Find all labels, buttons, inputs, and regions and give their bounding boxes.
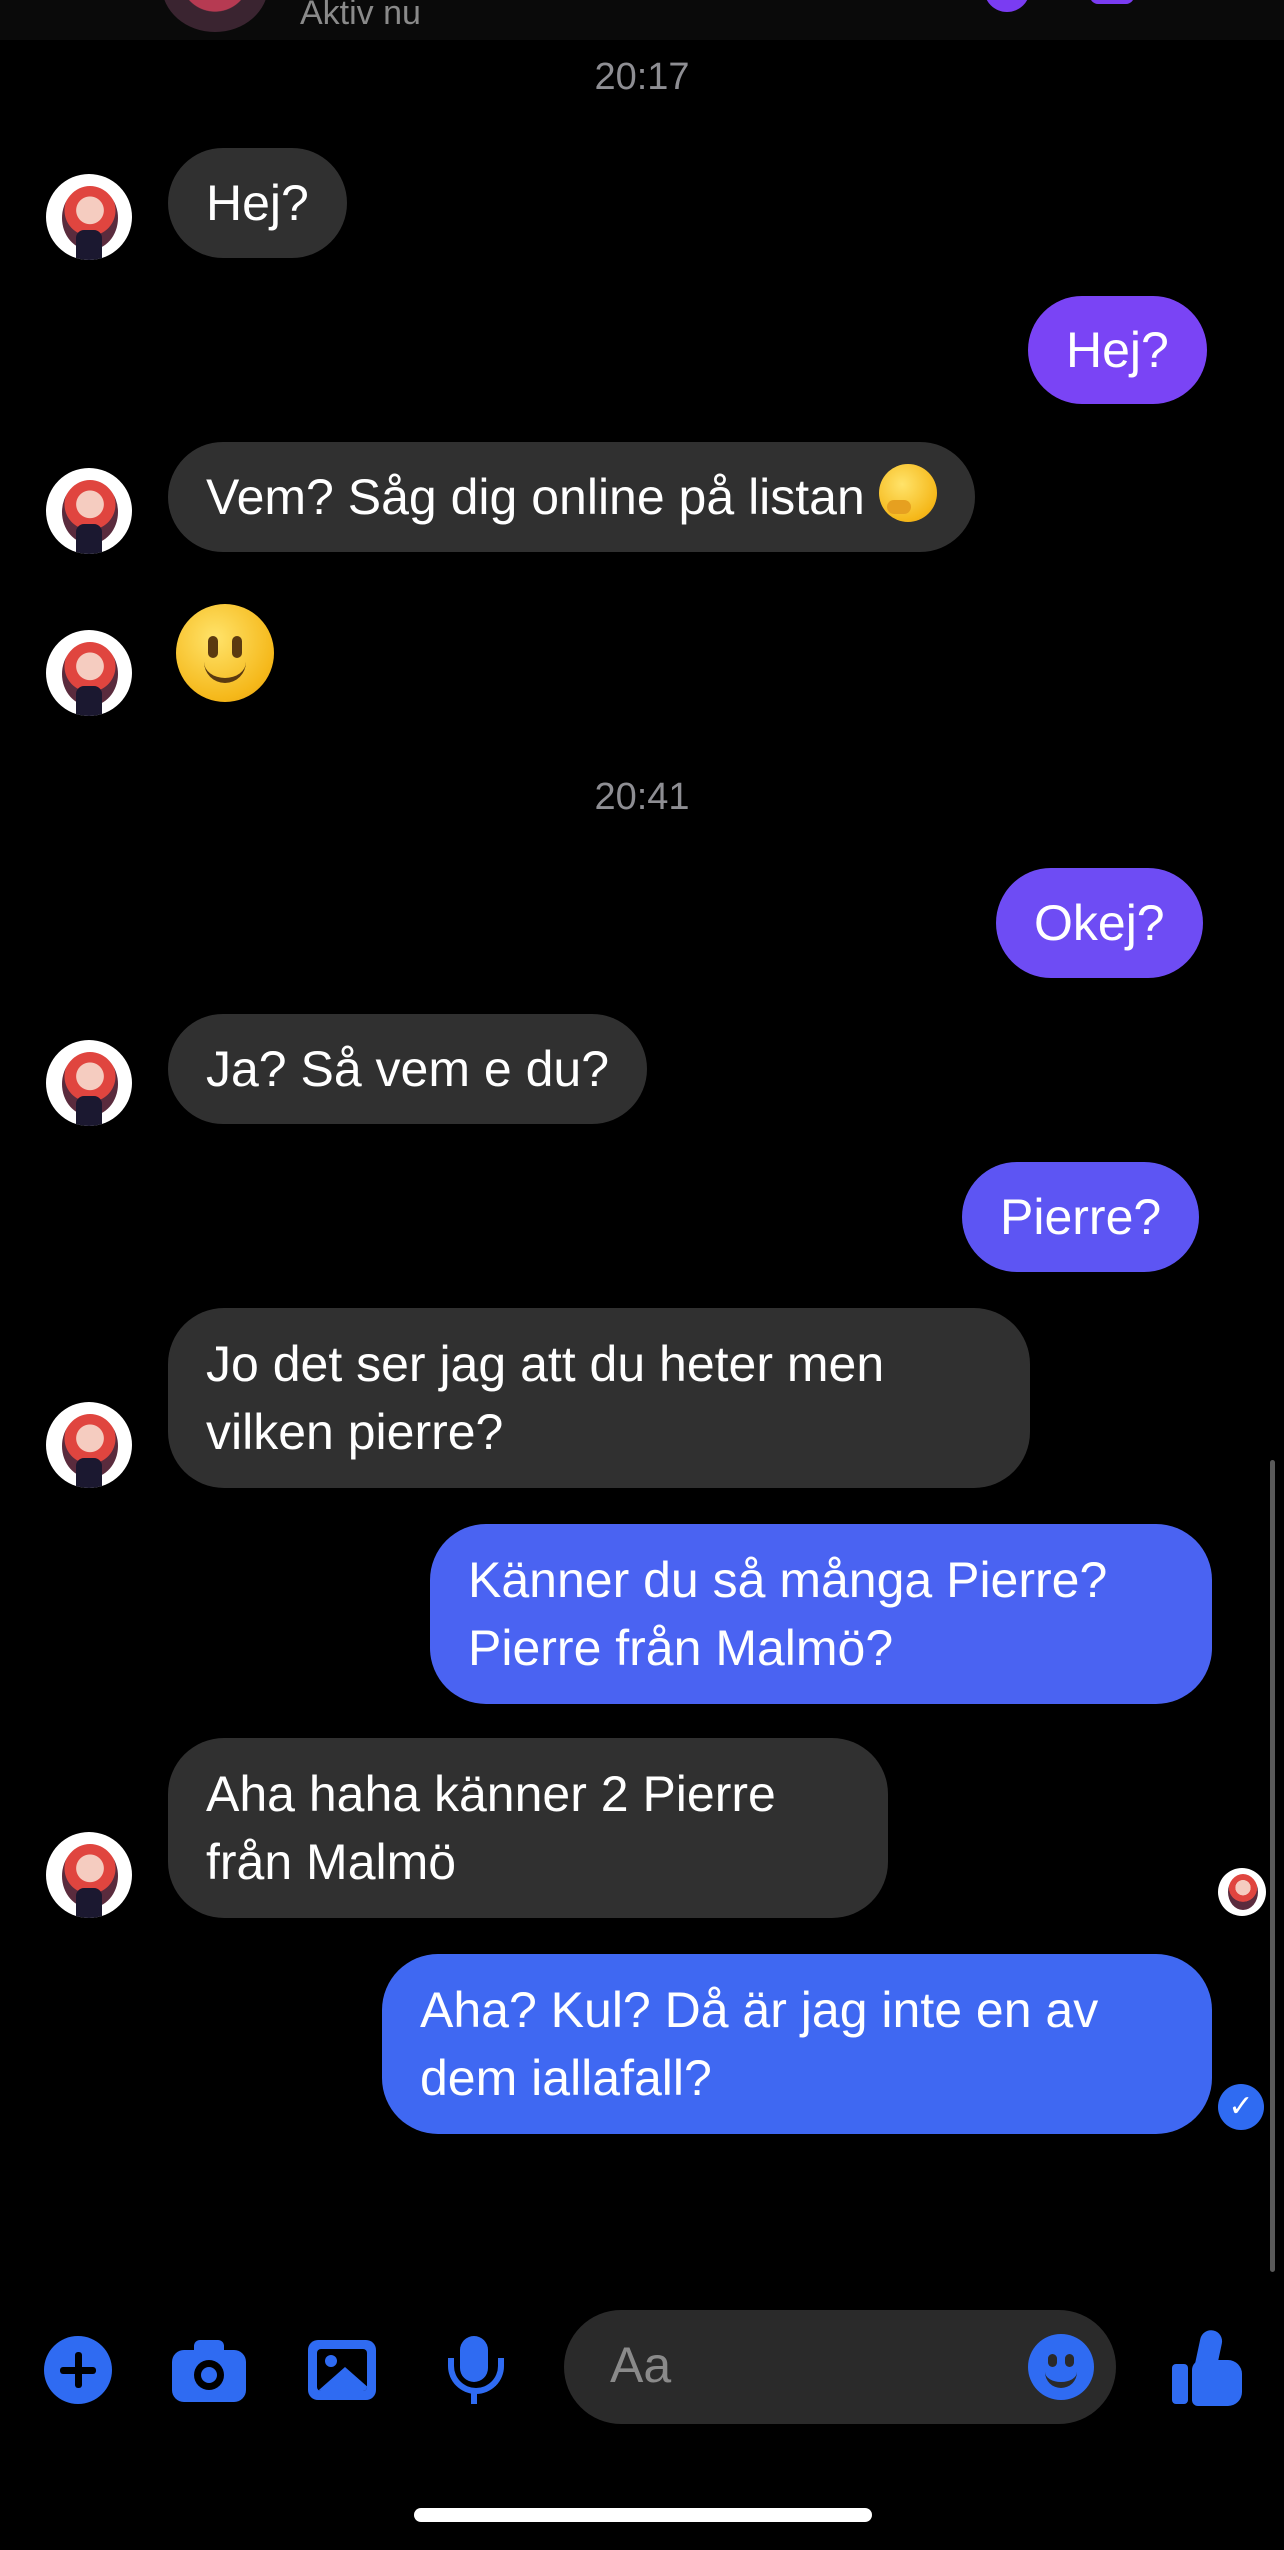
- photo-inner: [317, 2349, 367, 2391]
- emoji-mouth: [1045, 2370, 1077, 2388]
- emoji-eye: [208, 636, 218, 658]
- emoji-eye: [1048, 2354, 1057, 2367]
- emoji-mouth: [204, 660, 246, 683]
- phone-call-icon[interactable]: [984, 0, 1030, 12]
- mic-stem: [471, 2392, 477, 2404]
- outgoing-message[interactable]: Känner du så många Pierre? Pierre från M…: [430, 1524, 1212, 1704]
- sender-avatar[interactable]: [46, 468, 132, 554]
- contact-status: Aktiv nu: [300, 0, 421, 32]
- timestamp: 20:41: [594, 776, 690, 818]
- photo-mountain: [317, 2367, 367, 2391]
- like-cuff: [1172, 2364, 1188, 2404]
- like-icon[interactable]: [1172, 2328, 1244, 2406]
- incoming-message[interactable]: Aha haha känner 2 Pierre från Malmö: [168, 1738, 888, 1918]
- outgoing-message[interactable]: Hej?: [1028, 296, 1207, 404]
- scrollbar[interactable]: [1270, 1460, 1275, 2272]
- home-indicator[interactable]: [414, 2508, 872, 2522]
- incoming-message[interactable]: Hej?: [168, 148, 347, 258]
- timestamp: 20:17: [594, 56, 690, 98]
- incoming-message[interactable]: Ja? Så vem e du?: [168, 1014, 648, 1124]
- sender-avatar[interactable]: [46, 1040, 132, 1126]
- video-call-icon[interactable]: [1090, 0, 1134, 4]
- outgoing-message[interactable]: Pierre?: [962, 1162, 1200, 1272]
- thinking-face-emoji: [878, 464, 937, 522]
- contact-avatar[interactable]: [162, 0, 268, 32]
- mic-arc: [448, 2358, 504, 2394]
- photo-icon[interactable]: [308, 2336, 376, 2404]
- outgoing-message[interactable]: Okej?: [996, 868, 1203, 978]
- chat-header: Aktiv nu: [0, 0, 1284, 40]
- sender-avatar[interactable]: [46, 1402, 132, 1488]
- emoji-eye: [1065, 2354, 1074, 2367]
- incoming-message[interactable]: Jo det ser jag att du heter men vilken p…: [168, 1308, 1030, 1488]
- sender-avatar[interactable]: [46, 1832, 132, 1918]
- message-input-placeholder: Aa: [610, 2337, 672, 2393]
- message-text: Vem? Såg dig online på listan: [206, 469, 865, 525]
- outgoing-message[interactable]: Aha? Kul? Då är jag inte en av dem ialla…: [382, 1954, 1212, 2134]
- like-hand: [1192, 2360, 1242, 2406]
- emoji-icon[interactable]: [1028, 2334, 1094, 2400]
- slightly-smiling-face-emoji[interactable]: [176, 604, 274, 702]
- sender-avatar[interactable]: [46, 630, 132, 716]
- plus-icon[interactable]: [44, 2336, 112, 2404]
- photo-sun: [325, 2355, 337, 2367]
- read-receipt-avatar: [1218, 1868, 1266, 1916]
- sender-avatar[interactable]: [46, 174, 132, 260]
- camera-lens-center: [201, 2367, 217, 2383]
- microphone-icon[interactable]: [440, 2336, 508, 2404]
- emoji-eye: [232, 636, 242, 658]
- incoming-message[interactable]: Vem? Såg dig online på listan: [168, 442, 975, 552]
- camera-icon[interactable]: [172, 2336, 246, 2404]
- message-input[interactable]: Aa: [564, 2310, 1116, 2424]
- seen-check-icon: ✓: [1218, 2084, 1264, 2130]
